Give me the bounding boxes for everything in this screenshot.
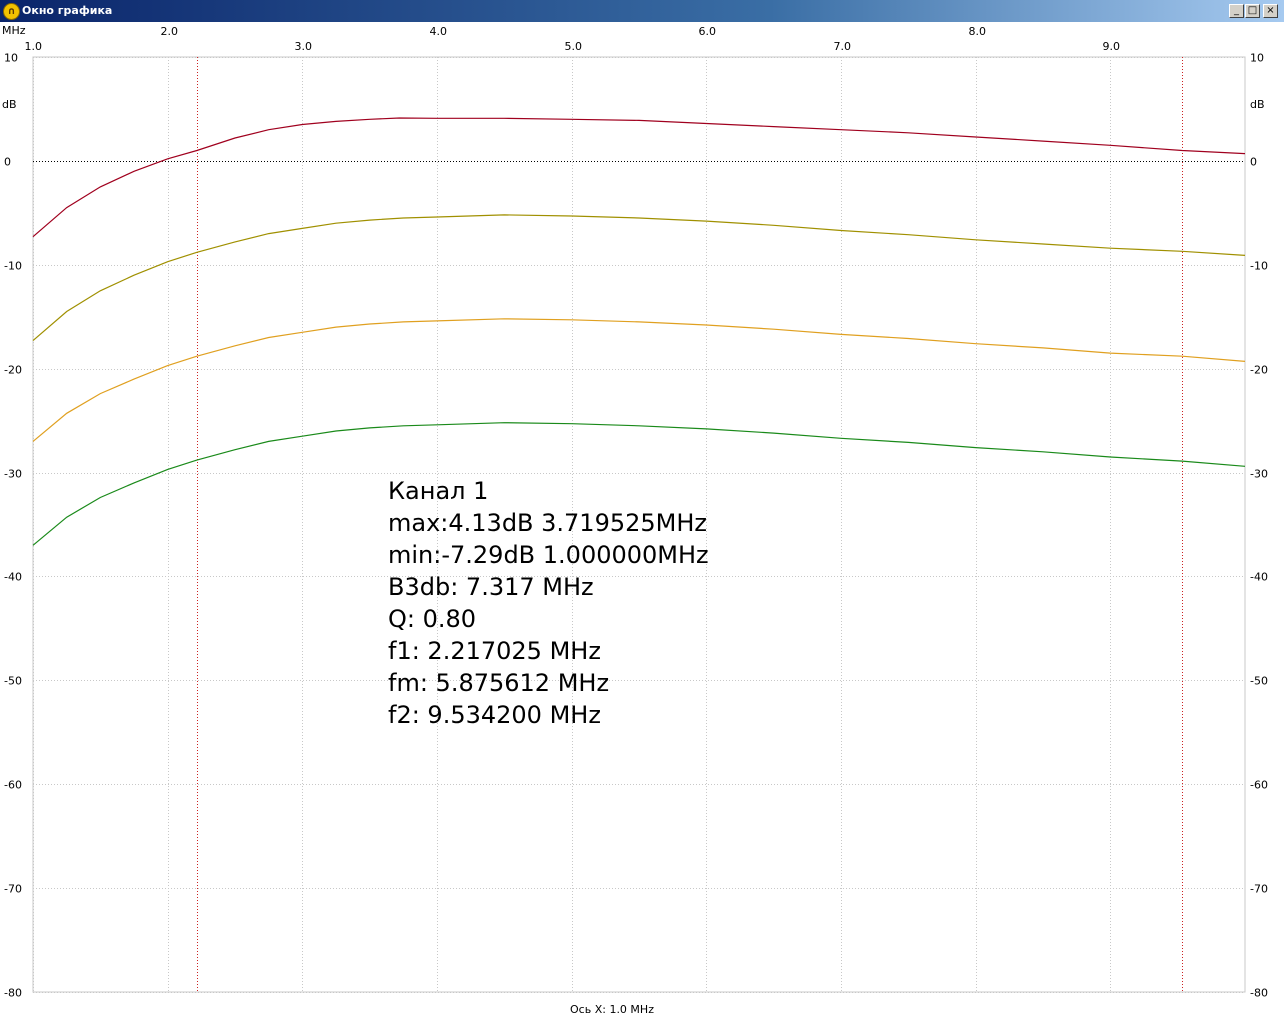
graph-window: ∩ Окно графика _ □ × MHz dB dB Ось X: 1.… [0, 0, 1284, 1024]
info-max: max:4.13dB 3.719525MHz [388, 509, 707, 537]
y-tick-label-left: -60 [4, 779, 22, 792]
x-unit-label: MHz [2, 24, 26, 37]
y-unit-label-right: dB [1250, 98, 1265, 111]
x-tick-label: 9.0 [1103, 40, 1121, 53]
y-tick-label-left: -10 [4, 260, 22, 273]
info-fm: fm: 5.875612 MHz [388, 669, 609, 697]
maximize-button[interactable]: □ [1245, 4, 1260, 18]
y-tick-label-left: -50 [4, 675, 22, 688]
minimize-button[interactable]: _ [1229, 4, 1244, 18]
y-tick-label-right: -70 [1250, 883, 1268, 896]
close-button[interactable]: × [1263, 4, 1278, 18]
y-tick-label-right: 10 [1250, 52, 1264, 65]
app-icon: ∩ [3, 3, 20, 20]
info-b3db: B3db: 7.317 MHz [388, 573, 594, 601]
y-tick-label-right: 0 [1250, 156, 1257, 169]
x-tick-label: 7.0 [834, 40, 852, 53]
y-tick-label-left: -30 [4, 468, 22, 481]
series-group [32, 117, 1246, 546]
info-f1: f1: 2.217025 MHz [388, 637, 601, 665]
x-tick-label: 2.0 [161, 25, 179, 38]
y-tick-label-right: -20 [1250, 364, 1268, 377]
info-channel: Канал 1 [388, 477, 488, 505]
y-tick-label-left: -80 [4, 987, 22, 1000]
info-f2: f2: 9.534200 MHz [388, 701, 601, 729]
y-tick-label-left: -20 [4, 364, 22, 377]
y-tick-label-right: -40 [1250, 571, 1268, 584]
y-tick-label-right: -60 [1250, 779, 1268, 792]
info-q: Q: 0.80 [388, 605, 476, 633]
x-tick-label: 4.0 [430, 25, 448, 38]
y-tick-label-right: -50 [1250, 675, 1268, 688]
channel-info: Канал 1 max:4.13dB 3.719525MHz min:-7.29… [388, 477, 709, 729]
y-tick-label-left: 0 [4, 156, 11, 169]
title-bar[interactable]: ∩ Окно графика _ □ × [0, 0, 1284, 22]
y-tick-label-left: 10 [4, 52, 18, 65]
y-tick-label-right: -80 [1250, 987, 1268, 1000]
x-axis-title: Ось X: 1.0 MHz [570, 1003, 654, 1016]
window-title: Окно графика [22, 4, 113, 17]
series-line [32, 117, 1246, 238]
x-tick-label: 8.0 [969, 25, 987, 38]
y-unit-label-left: dB [2, 98, 17, 111]
series-line [32, 318, 1246, 442]
x-tick-label: 3.0 [295, 40, 313, 53]
y-tick-label-left: -40 [4, 571, 22, 584]
frequency-response-chart: MHz dB dB Ось X: 1.0 MHz 1.0 2.0 3.0 4.0 5.0… [2, 24, 1268, 1016]
x-tick-label: 5.0 [565, 40, 583, 53]
y-tick-label-left: -70 [4, 883, 22, 896]
info-min: min:-7.29dB 1.000000MHz [388, 541, 709, 569]
x-tick-label: 1.0 [25, 40, 43, 53]
y-tick-label-right: -30 [1250, 468, 1268, 481]
x-tick-label: 6.0 [699, 25, 717, 38]
y-tick-label-right: -10 [1250, 260, 1268, 273]
